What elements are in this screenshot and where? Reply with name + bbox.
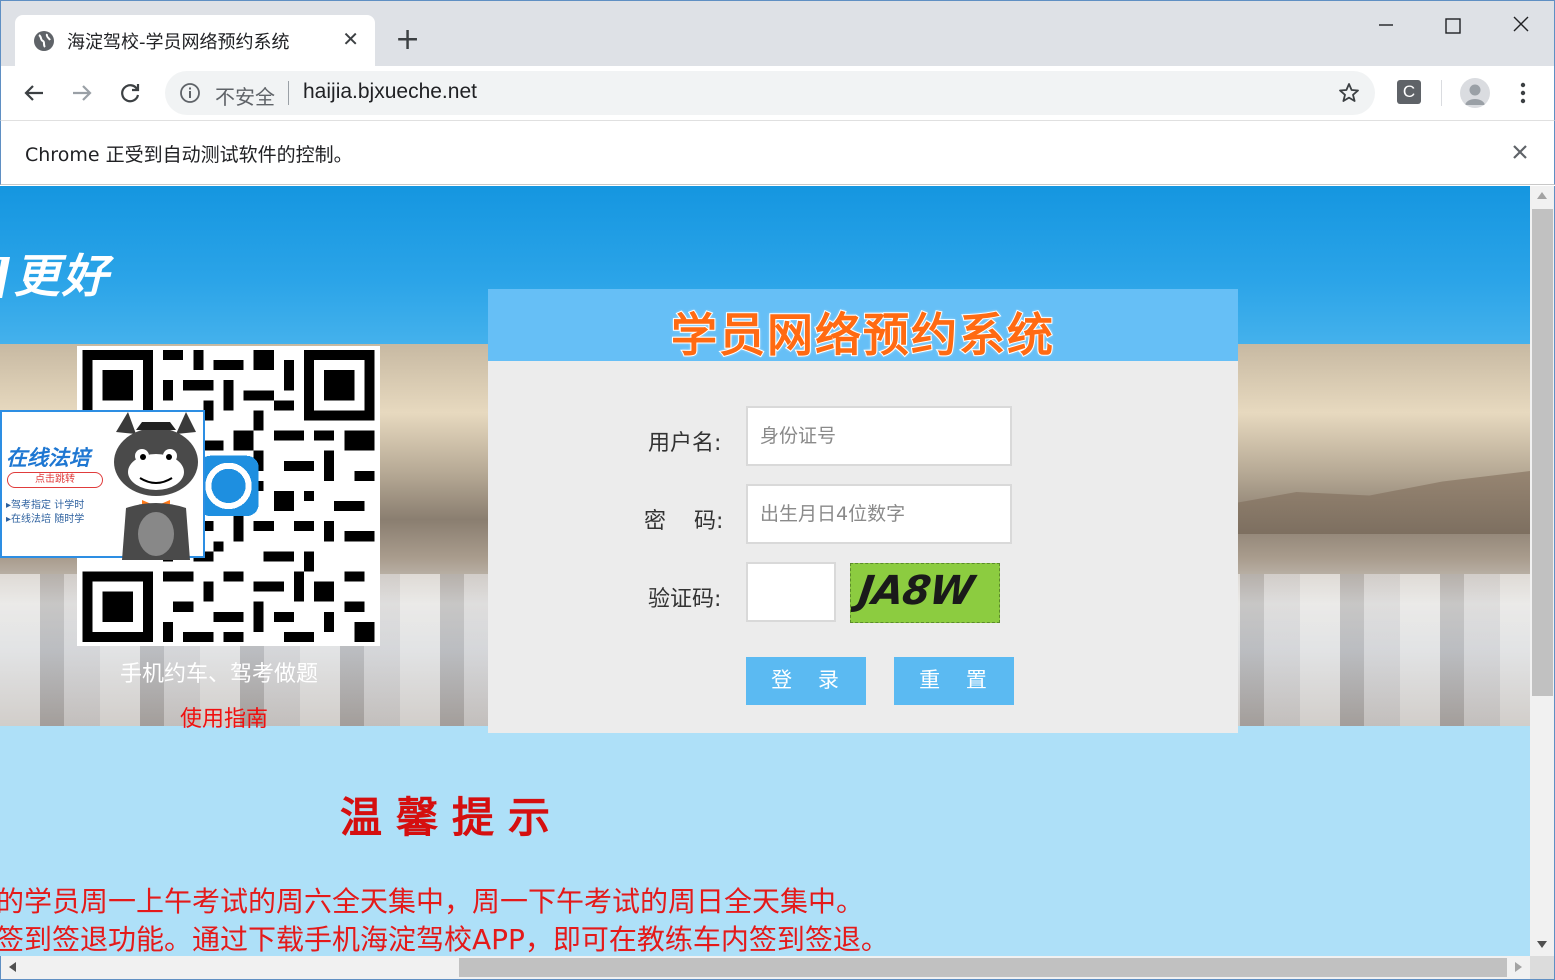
horizontal-scroll-thumb[interactable] xyxy=(459,958,1507,977)
cat-mascot-icon xyxy=(114,412,198,560)
promo-feature-line: ▸驾考指定 计学时 xyxy=(6,500,85,511)
address-bar[interactable]: 不安全 haijia.bjxueche.net xyxy=(165,71,1375,115)
captcha-code: JA8W xyxy=(855,568,977,614)
more-menu-icon[interactable] xyxy=(1511,79,1535,107)
back-arrow-icon[interactable] xyxy=(19,78,49,108)
browser-toolbar: 不安全 haijia.bjxueche.net C xyxy=(0,66,1555,120)
minimize-icon[interactable] xyxy=(1371,11,1401,41)
captcha-label: 验证码: xyxy=(648,587,722,612)
login-header: 学员网络预约系统 xyxy=(488,289,1238,363)
tips-line: 签到签退功能。通过下载手机海淀驾校APP，即可在教练车内签到签退。 xyxy=(0,923,889,956)
automation-infobar: Chrome 正受到自动测试软件的控制。 xyxy=(0,120,1555,185)
app-caption: 手机约车、驾考做题 xyxy=(120,662,319,687)
vertical-scrollbar[interactable] xyxy=(1530,186,1555,956)
forward-arrow-icon[interactable] xyxy=(67,78,97,108)
info-icon[interactable] xyxy=(179,82,201,104)
tips-heading: 温馨提示 xyxy=(340,793,565,842)
security-status: 不安全 xyxy=(215,85,275,109)
divider xyxy=(288,81,289,105)
browser-tab[interactable]: 海淀驾校-学员网络预约系统 ✕ xyxy=(15,15,375,67)
extension-icon[interactable]: C xyxy=(1397,80,1421,104)
system-title: 学员网络预约系统 xyxy=(670,307,1055,363)
reload-icon[interactable] xyxy=(115,78,145,108)
promo-title: 在线法培 xyxy=(6,446,90,470)
globe-icon xyxy=(34,31,54,51)
tab-title: 海淀驾校-学员网络预约系统 xyxy=(67,32,290,53)
scroll-right-arrow-icon[interactable] xyxy=(1515,962,1522,972)
promo-feature-line: ▸在线法培 随时学 xyxy=(6,514,85,525)
bookmark-star-icon[interactable] xyxy=(1337,81,1361,105)
promo-jump-button[interactable]: 点击跳转 xyxy=(7,472,103,488)
captcha-image[interactable]: JA8W xyxy=(850,563,1000,623)
horizontal-scrollbar[interactable] xyxy=(0,956,1530,980)
scrollbar-corner xyxy=(1530,956,1555,980)
username-label: 用户名: xyxy=(648,431,722,456)
online-training-promo[interactable]: 在线法培 点击跳转 ▸驾考指定 计学时 ▸在线法培 随时学 xyxy=(0,410,205,560)
divider xyxy=(1441,80,1442,106)
login-panel: 学员网络预约系统 用户名: 密 码: 验证码: JA8W 登 录 重 置 xyxy=(488,289,1238,733)
vertical-scroll-thumb[interactable] xyxy=(1532,209,1553,696)
photo-hills xyxy=(1238,471,1530,534)
close-icon[interactable] xyxy=(1507,139,1533,165)
slogan-text: ]更好 xyxy=(0,249,110,303)
scroll-left-arrow-icon[interactable] xyxy=(9,962,16,972)
url-text[interactable]: haijia.bjxueche.net xyxy=(303,80,477,104)
page-viewport: ]更好 在线法培 点击跳转 ▸驾考指定 计学时 ▸在线法培 随时学 手机约车、驾… xyxy=(0,186,1530,956)
maximize-icon[interactable] xyxy=(1438,11,1468,41)
password-label: 密 码: xyxy=(644,509,724,534)
new-tab-icon[interactable]: + xyxy=(395,24,420,56)
username-input[interactable] xyxy=(746,406,1012,466)
tips-line: 的学员周一上午考试的周六全天集中，周一下午考试的周日全天集中。 xyxy=(0,885,865,918)
password-input[interactable] xyxy=(746,484,1012,544)
captcha-input[interactable] xyxy=(746,562,836,622)
reset-button[interactable]: 重 置 xyxy=(894,657,1014,705)
tab-close-icon[interactable]: ✕ xyxy=(342,27,359,51)
login-button[interactable]: 登 录 xyxy=(746,657,866,705)
profile-avatar-icon[interactable] xyxy=(1460,78,1490,108)
scroll-up-arrow-icon[interactable] xyxy=(1537,192,1547,199)
user-guide-link[interactable]: 使用指南 xyxy=(180,701,268,733)
scroll-down-arrow-icon[interactable] xyxy=(1537,941,1547,948)
browser-titlebar: 海淀驾校-学员网络预约系统 ✕ + xyxy=(0,0,1555,67)
window-close-icon[interactable] xyxy=(1506,11,1536,41)
automation-notice: Chrome 正受到自动测试软件的控制。 xyxy=(25,144,353,166)
